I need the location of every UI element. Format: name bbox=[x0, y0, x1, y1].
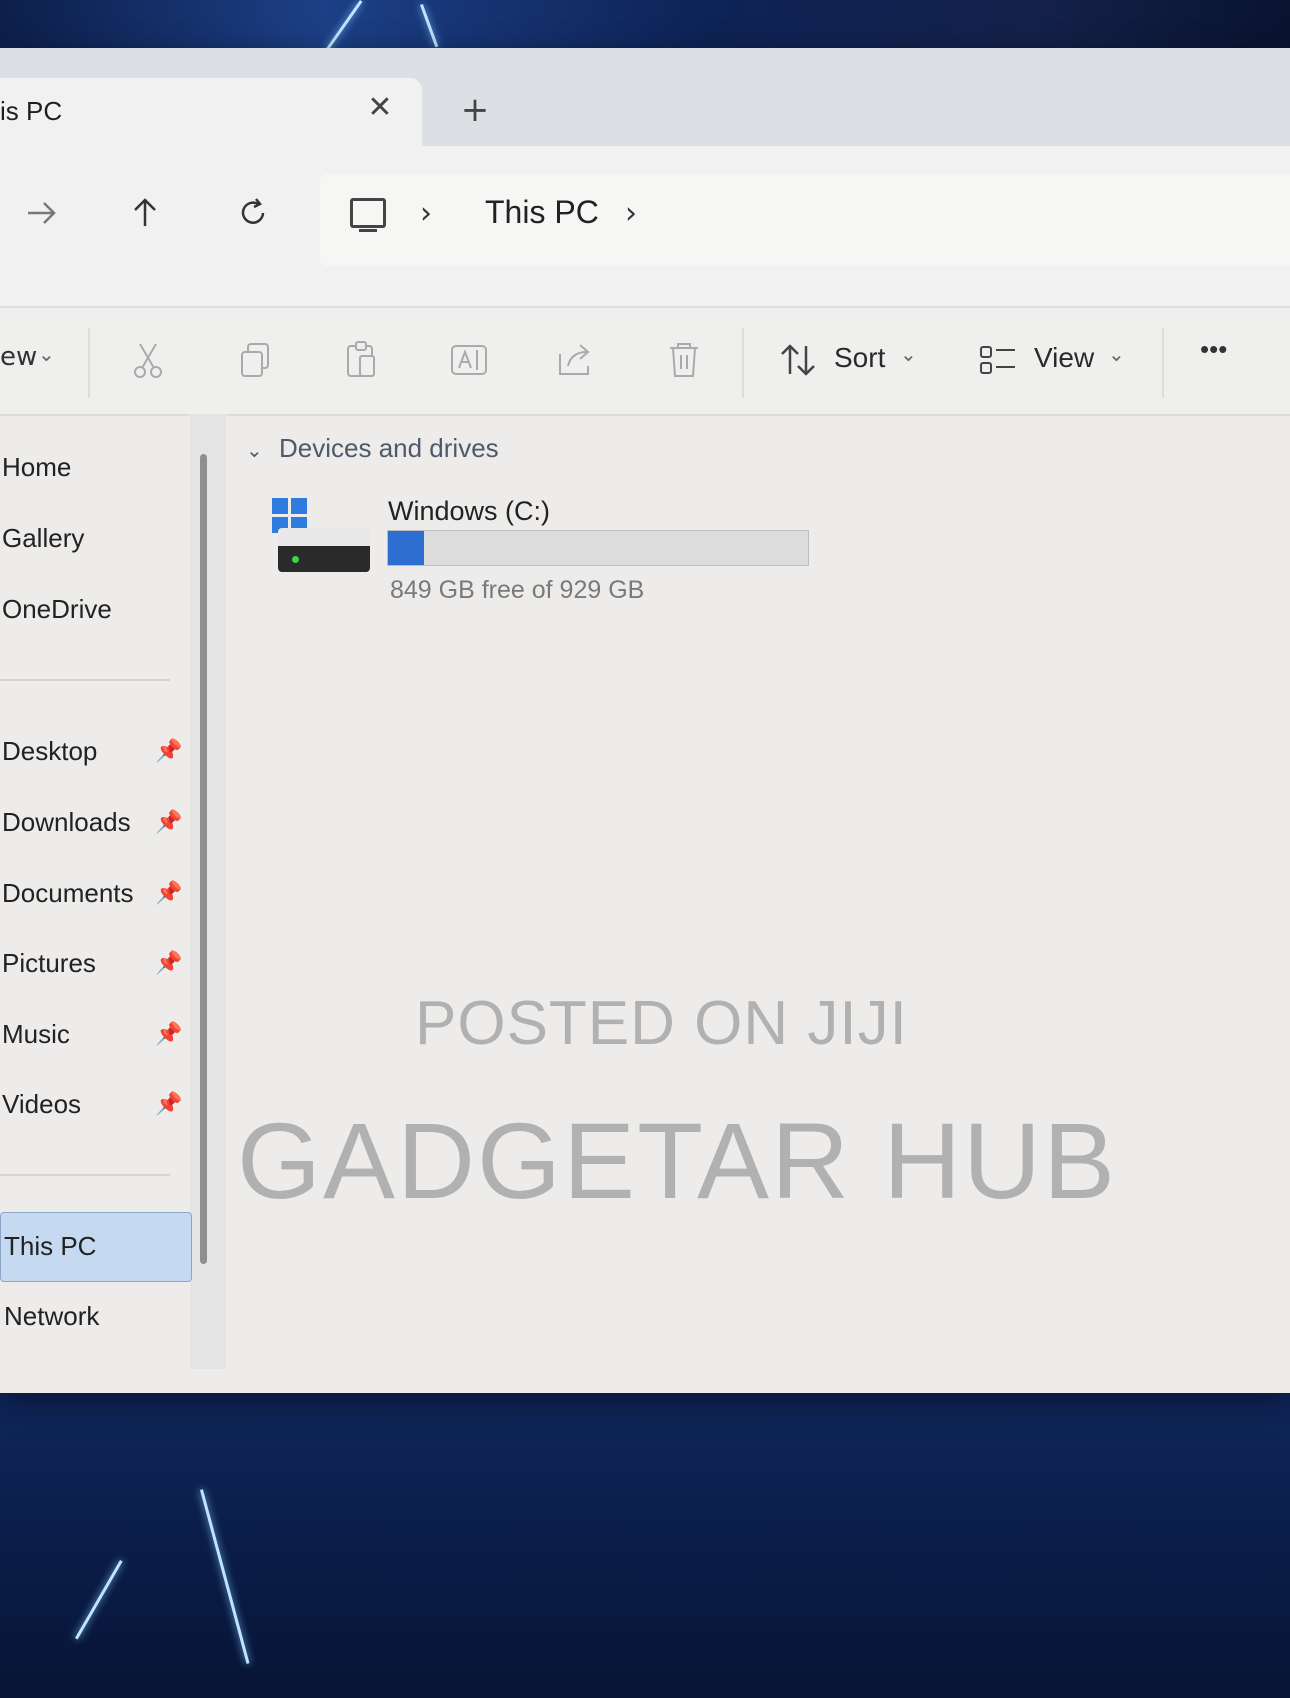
pin-icon: 📌 bbox=[155, 1091, 183, 1116]
sidebar-item-label: Gallery bbox=[2, 523, 85, 553]
lightning-decoration bbox=[200, 1489, 250, 1664]
hard-drive-icon bbox=[278, 528, 370, 574]
sort-button[interactable]: Sort bbox=[834, 342, 885, 374]
lightning-decoration bbox=[325, 0, 363, 51]
sidebar-item-documents[interactable]: Documents 📌 bbox=[0, 868, 190, 918]
close-tab-icon[interactable]: ✕ bbox=[360, 88, 400, 128]
chevron-down-icon[interactable]: ⌄ bbox=[246, 438, 263, 462]
sidebar-item-desktop[interactable]: Desktop 📌 bbox=[0, 726, 190, 776]
chevron-right-icon[interactable]: › bbox=[625, 196, 637, 231]
tab-title: is PC bbox=[0, 96, 63, 126]
sidebar-divider bbox=[0, 1174, 170, 1176]
sidebar-item-this-pc[interactable]: This PC bbox=[0, 1221, 190, 1271]
chevron-down-icon[interactable]: ⌄ bbox=[38, 342, 55, 366]
toolbar-divider bbox=[742, 328, 744, 398]
navigation-pane: Home Gallery OneDrive Desktop 📌 Download… bbox=[0, 414, 230, 1374]
pin-icon: 📌 bbox=[155, 880, 183, 905]
sidebar-item-pictures[interactable]: Pictures 📌 bbox=[0, 938, 190, 988]
delete-icon[interactable] bbox=[662, 340, 706, 384]
sidebar-scroll-track[interactable] bbox=[190, 414, 226, 1369]
sidebar-item-onedrive[interactable]: OneDrive bbox=[0, 584, 190, 634]
sidebar-item-videos[interactable]: Videos 📌 bbox=[0, 1079, 190, 1129]
watermark-line1: POSTED ON JIJI bbox=[415, 989, 908, 1058]
drive-c-usage-fill bbox=[388, 531, 425, 565]
view-icon[interactable] bbox=[976, 340, 1020, 384]
copy-icon[interactable] bbox=[234, 340, 278, 384]
sidebar-item-label: Music bbox=[2, 1019, 70, 1049]
breadcrumb-this-pc[interactable]: This PC bbox=[485, 194, 599, 231]
sidebar-item-network[interactable]: Network bbox=[0, 1291, 190, 1341]
sidebar-item-label: This PC bbox=[4, 1231, 97, 1261]
new-button[interactable]: ew bbox=[0, 342, 37, 372]
chevron-down-icon[interactable]: ⌄ bbox=[900, 342, 917, 366]
monitor-icon bbox=[350, 198, 386, 232]
drive-c-usage-bar bbox=[387, 530, 809, 566]
tab-this-pc[interactable]: is PC ✕ bbox=[0, 78, 422, 146]
rename-icon[interactable] bbox=[447, 340, 491, 384]
watermark-line2: GADGETAR HUB bbox=[237, 1100, 1118, 1221]
navigation-bar: › This PC › bbox=[0, 146, 1290, 306]
sidebar-divider bbox=[0, 679, 170, 681]
drive-c-icon[interactable] bbox=[272, 498, 372, 578]
sidebar-item-label: Pictures bbox=[2, 948, 96, 978]
pin-icon: 📌 bbox=[155, 738, 183, 763]
pin-icon: 📌 bbox=[155, 1021, 183, 1046]
new-tab-icon[interactable]: + bbox=[455, 90, 495, 130]
file-explorer-window: is PC ✕ + › This PC › ew ⌄ Sort ⌄ View ⌄… bbox=[0, 48, 1290, 1393]
lightning-decoration bbox=[75, 1560, 123, 1640]
sidebar-item-label: Desktop bbox=[2, 736, 98, 766]
view-button[interactable]: View bbox=[1034, 342, 1094, 374]
more-options-icon[interactable]: ••• bbox=[1200, 334, 1227, 365]
sidebar-item-gallery[interactable]: Gallery bbox=[0, 513, 190, 563]
toolbar-divider bbox=[1162, 328, 1164, 398]
arrow-right-icon[interactable] bbox=[16, 194, 66, 244]
pin-icon: 📌 bbox=[155, 950, 183, 975]
sidebar-item-label: OneDrive bbox=[2, 594, 112, 624]
sidebar-item-label: Videos bbox=[2, 1089, 82, 1119]
section-header-devices[interactable]: Devices and drives bbox=[279, 433, 499, 464]
sidebar-item-home[interactable]: Home bbox=[0, 442, 190, 492]
desktop-wallpaper-bottom bbox=[0, 1370, 1290, 1698]
chevron-down-icon[interactable]: ⌄ bbox=[1108, 342, 1125, 366]
drive-c-free-space: 849 GB free of 929 GB bbox=[390, 576, 645, 604]
sidebar-item-label: Network bbox=[4, 1301, 100, 1331]
refresh-icon[interactable] bbox=[228, 194, 278, 244]
sidebar-item-downloads[interactable]: Downloads 📌 bbox=[0, 797, 190, 847]
toolbar-divider bbox=[88, 328, 90, 398]
command-bar: ew ⌄ Sort ⌄ View ⌄ ••• bbox=[0, 306, 1290, 416]
address-bar[interactable]: › This PC › bbox=[320, 174, 1290, 266]
sidebar-item-label: Documents bbox=[2, 878, 134, 908]
arrow-up-icon[interactable] bbox=[120, 194, 170, 244]
share-icon[interactable] bbox=[554, 340, 598, 384]
sidebar-item-label: Downloads bbox=[2, 807, 131, 837]
sort-icon[interactable] bbox=[776, 340, 820, 384]
lightning-decoration bbox=[420, 3, 439, 48]
cut-icon[interactable] bbox=[126, 340, 170, 384]
sidebar-scrollbar[interactable] bbox=[200, 454, 207, 1264]
drive-c-name[interactable]: Windows (C:) bbox=[388, 496, 550, 527]
tab-strip: is PC ✕ + bbox=[0, 48, 1290, 146]
sidebar-item-music[interactable]: Music 📌 bbox=[0, 1009, 190, 1059]
sidebar-item-label: Home bbox=[2, 452, 72, 482]
pin-icon: 📌 bbox=[155, 809, 183, 834]
chevron-right-icon[interactable]: › bbox=[420, 196, 432, 231]
paste-icon[interactable] bbox=[340, 340, 384, 384]
